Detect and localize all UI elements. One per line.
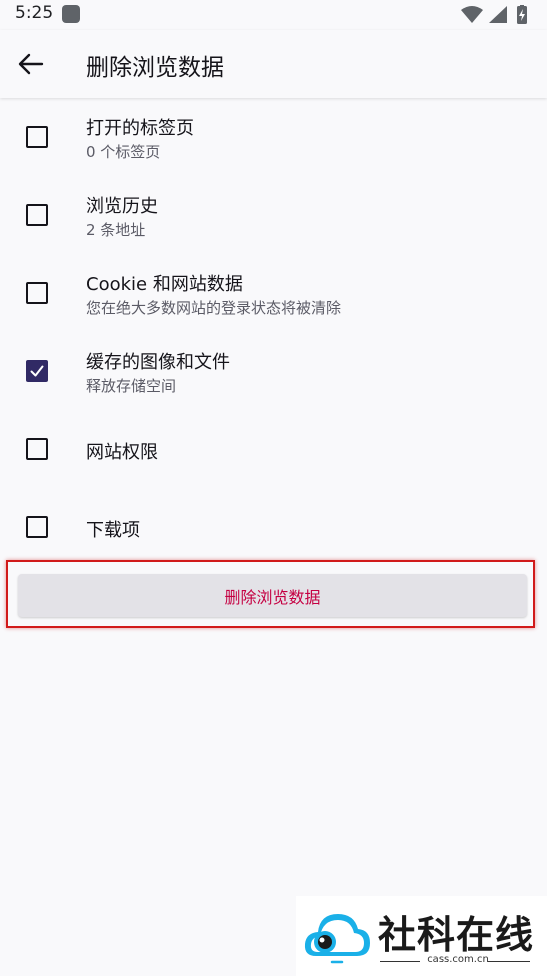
option-sublabel: 2 条地址 xyxy=(86,221,146,239)
cellular-signal-icon xyxy=(489,6,507,23)
option-label: 缓存的图像和文件 xyxy=(86,352,230,373)
option-label: 下载项 xyxy=(86,520,140,541)
option-sublabel: 您在绝大多数网站的登录状态将被清除 xyxy=(86,299,342,317)
option-label: 打开的标签页 xyxy=(86,118,194,139)
option-open-tabs[interactable]: 打开的标签页 0 个标签页 xyxy=(0,98,547,176)
option-browsing-history[interactable]: 浏览历史 2 条地址 xyxy=(0,176,547,254)
delete-browsing-data-button[interactable]: 删除浏览数据 xyxy=(18,574,527,617)
watermark-url: cass.com.cn xyxy=(427,954,489,965)
notification-icon xyxy=(62,5,80,23)
cloud-logo-icon xyxy=(304,914,370,964)
browsing-history-checkbox[interactable] xyxy=(26,204,48,226)
cached-files-checkbox[interactable] xyxy=(26,360,48,382)
site-permissions-checkbox[interactable] xyxy=(26,438,48,460)
option-sublabel: 0 个标签页 xyxy=(86,143,161,161)
options-list: 打开的标签页 0 个标签页 浏览历史 2 条地址 Cookie 和网站数据 您在… xyxy=(0,98,547,566)
watermark: 社科在线 cass.com.cn xyxy=(296,896,547,976)
battery-charging-icon xyxy=(517,5,527,24)
option-cached-images-files[interactable]: 缓存的图像和文件 释放存储空间 xyxy=(0,332,547,410)
watermark-text: 社科在线 xyxy=(378,912,535,957)
watermark-rule-right xyxy=(488,961,530,962)
option-sublabel: 释放存储空间 xyxy=(86,377,177,395)
option-cookies-site-data[interactable]: Cookie 和网站数据 您在绝大多数网站的登录状态将被清除 xyxy=(0,254,547,332)
option-label: 浏览历史 xyxy=(86,196,158,217)
status-time: 5:25 xyxy=(15,3,54,23)
wifi-icon xyxy=(461,6,483,23)
option-label: 网站权限 xyxy=(86,442,158,463)
cookies-checkbox[interactable] xyxy=(26,282,48,304)
open-tabs-checkbox[interactable] xyxy=(26,126,48,148)
system-status-icons xyxy=(461,5,527,24)
option-site-permissions[interactable]: 网站权限 xyxy=(0,410,547,488)
option-downloads[interactable]: 下载项 xyxy=(0,488,547,566)
downloads-checkbox[interactable] xyxy=(26,516,48,538)
back-arrow-icon[interactable] xyxy=(16,50,46,78)
checkmark-icon xyxy=(30,365,44,377)
status-bar: 5:25 xyxy=(0,0,547,30)
page-title: 删除浏览数据 xyxy=(86,55,224,81)
option-label: Cookie 和网站数据 xyxy=(86,274,243,295)
app-bar: 删除浏览数据 xyxy=(0,30,547,98)
